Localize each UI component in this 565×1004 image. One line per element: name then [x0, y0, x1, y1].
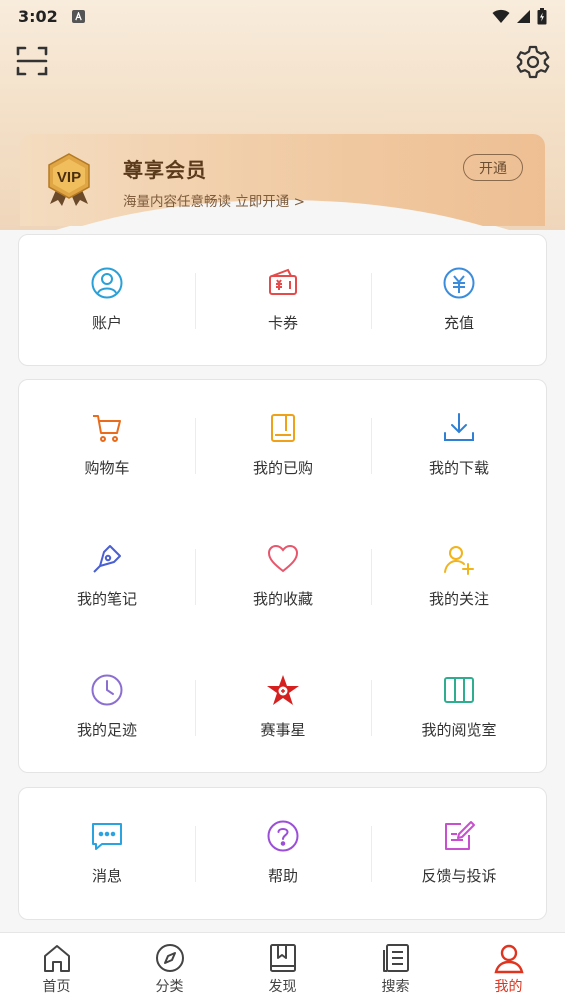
support-section: 消息 帮助 反馈与投诉: [18, 787, 547, 920]
scan-icon: [16, 46, 48, 76]
grid-item-purchased[interactable]: 我的已购: [195, 411, 371, 478]
star-icon: [267, 675, 299, 705]
wallet-section: 账户 卡券 充值: [18, 234, 547, 366]
discover-icon: [269, 944, 296, 972]
reading-room-icon: [444, 677, 474, 703]
grid-item-label: 赛事星: [260, 721, 306, 739]
message-icon: [92, 823, 122, 850]
content-section: 购物车 我的已购 我的下载 我的笔记 我的收藏 我的关注 我的足迹 赛事星 我的…: [18, 379, 547, 773]
grid-item-recharge[interactable]: 充值: [371, 266, 547, 333]
gear-icon: [516, 45, 550, 79]
compass-icon: [155, 944, 184, 972]
grid-item-label: 我的关注: [428, 590, 489, 608]
profile-icon: [493, 944, 524, 974]
svg-text:VIP: VIP: [57, 169, 81, 186]
grid-item-event-star[interactable]: 赛事星: [195, 673, 371, 740]
battery-icon: [537, 7, 547, 24]
grid-item-following[interactable]: 我的关注: [371, 542, 547, 609]
grid-item-label: 我的下载: [428, 459, 489, 477]
tab-search[interactable]: 搜索: [339, 933, 452, 1004]
grid-item-feedback[interactable]: 反馈与投诉: [371, 819, 547, 886]
grid-item-label: 购物车: [84, 459, 130, 477]
grid-item-label: 我的阅览室: [421, 721, 497, 739]
search-list-icon: [382, 944, 409, 972]
grid-item-account[interactable]: 账户: [19, 266, 195, 333]
grid-item-label: 充值: [443, 314, 474, 332]
grid-item-label: 我的笔记: [76, 590, 137, 608]
coupon-icon: [269, 268, 297, 295]
grid-item-label: 我的收藏: [252, 590, 313, 608]
purchased-icon: [271, 414, 295, 442]
grid-item-cart[interactable]: 购物车: [19, 411, 195, 478]
tab-home[interactable]: 首页: [0, 933, 113, 1004]
feedback-icon: [445, 821, 475, 850]
heart-icon: [267, 544, 299, 573]
grid-item-label: 账户: [91, 314, 122, 332]
recharge-icon: [443, 267, 475, 299]
status-icons: [492, 7, 547, 25]
signal-icon: [517, 9, 530, 23]
notification-a-icon: [71, 9, 85, 23]
tab-discover[interactable]: 发现: [226, 933, 339, 1004]
tab-category[interactable]: 分类: [113, 933, 226, 1004]
account-icon: [91, 267, 123, 299]
grid-item-notes[interactable]: 我的笔记: [19, 542, 195, 609]
follow-icon: [444, 546, 474, 575]
grid-item-label: 我的已购: [252, 459, 313, 477]
grid-item-coupon[interactable]: 卡券: [195, 266, 371, 333]
tab-label: 首页: [42, 979, 71, 995]
tab-mine[interactable]: 我的: [452, 933, 565, 1004]
tab-label: 我的: [494, 979, 523, 995]
grid-item-label: 反馈与投诉: [421, 867, 497, 885]
vip-membership-card[interactable]: VIP 尊享会员 海量内容任意畅读 立即开通 > 开通: [20, 134, 545, 226]
cart-icon: [93, 415, 121, 442]
grid-item-favorites[interactable]: 我的收藏: [195, 542, 371, 609]
grid-item-label: 帮助: [267, 867, 298, 885]
clock-icon: [91, 674, 123, 706]
grid-item-download[interactable]: 我的下载: [371, 411, 547, 478]
grid-item-messages[interactable]: 消息: [19, 819, 195, 886]
help-icon: [267, 820, 299, 852]
vip-open-button[interactable]: 开通: [463, 154, 523, 181]
status-bar: 3:02: [0, 0, 565, 32]
grid-item-label: 消息: [91, 867, 122, 885]
bottom-tab-bar: 首页 分类 发现 搜索 我的: [0, 932, 565, 1004]
grid-item-reading-room[interactable]: 我的阅览室: [371, 673, 547, 740]
home-icon: [43, 945, 70, 972]
vip-badge-icon: VIP: [48, 153, 90, 206]
grid-item-help[interactable]: 帮助: [195, 819, 371, 886]
grid-item-label: 我的足迹: [76, 721, 137, 739]
settings-button[interactable]: [515, 44, 551, 80]
download-icon: [444, 413, 474, 441]
pen-icon: [93, 545, 121, 573]
scan-button[interactable]: [15, 44, 49, 78]
vip-title: 尊享会员: [123, 158, 207, 182]
grid-item-history[interactable]: 我的足迹: [19, 673, 195, 740]
status-time: 3:02: [18, 6, 58, 26]
vip-subtitle[interactable]: 海量内容任意畅读 立即开通 >: [123, 190, 305, 210]
tab-label: 分类: [155, 979, 184, 995]
grid-item-label: 卡券: [267, 314, 298, 332]
tab-label: 发现: [268, 979, 297, 995]
tab-label: 搜索: [381, 979, 410, 995]
wifi-icon: [492, 9, 510, 23]
